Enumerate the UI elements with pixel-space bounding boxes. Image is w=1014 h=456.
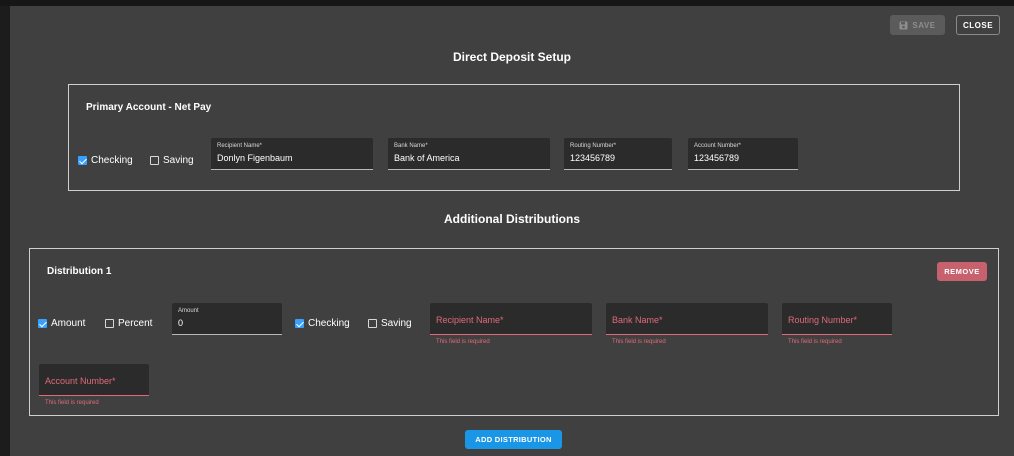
bank-name-error: This field is required (612, 339, 666, 345)
field-label: Routing Number* (570, 143, 617, 149)
primary-account-number-field[interactable]: Account Number* 123456789 (688, 138, 798, 170)
percent-checkbox-label: Percent (118, 318, 153, 329)
remove-distribution-button[interactable]: REMOVE (937, 262, 987, 281)
distribution-panel: Distribution 1 Amount Percent Amount 0 C… (29, 248, 999, 416)
add-distribution-button[interactable]: ADD DISTRIBUTION (465, 430, 562, 449)
percent-checkbox[interactable]: Percent (105, 318, 152, 329)
distribution-routing-number-field[interactable]: Routing Number* (782, 303, 892, 335)
primary-checking-checkbox[interactable]: Checking (78, 155, 133, 166)
distribution-bank-name-field[interactable]: Bank Name* (606, 303, 768, 335)
primary-account-title: Primary Account - Net Pay (86, 102, 212, 113)
primary-checking-label: Checking (91, 155, 133, 166)
amount-checkbox-label: Amount (51, 318, 86, 329)
save-button[interactable]: SAVE (890, 15, 945, 35)
field-placeholder: Recipient Name* (436, 315, 504, 325)
checkbox-checked-icon (295, 319, 304, 328)
primary-saving-checkbox[interactable]: Saving (150, 155, 194, 166)
distribution-recipient-name-field[interactable]: Recipient Name* (430, 303, 592, 335)
add-distribution-label: ADD DISTRIBUTION (475, 435, 552, 444)
checkbox-checked-icon (78, 156, 87, 165)
save-button-label: SAVE (912, 20, 936, 30)
primary-account-panel: Primary Account - Net Pay Checking Savin… (68, 84, 960, 191)
remove-button-label: REMOVE (944, 267, 980, 276)
checkbox-unchecked-icon (105, 319, 114, 328)
additional-distributions-title: Additional Distributions (444, 212, 580, 226)
close-button-label: CLOSE (962, 20, 994, 30)
primary-saving-label: Saving (163, 155, 194, 166)
direct-deposit-dialog: SAVE CLOSE Direct Deposit Setup Primary … (10, 6, 1014, 456)
primary-recipient-name-field[interactable]: Recipient Name* Donlyn Figenbaum (211, 138, 373, 170)
checkbox-checked-icon (38, 319, 47, 328)
distribution-saving-label: Saving (381, 318, 412, 329)
field-placeholder: Routing Number* (788, 315, 858, 325)
field-value: Donlyn Figenbaum (217, 153, 293, 163)
field-label: Bank Name* (394, 143, 428, 149)
field-value: 123456789 (570, 153, 616, 163)
field-placeholder: Account Number* (45, 376, 116, 386)
field-placeholder: Bank Name* (612, 315, 663, 325)
primary-bank-name-field[interactable]: Bank Name* Bank of America (388, 138, 550, 170)
primary-routing-number-field[interactable]: Routing Number* 123456789 (564, 138, 672, 170)
distribution-saving-checkbox[interactable]: Saving (368, 318, 412, 329)
distribution-checking-label: Checking (308, 318, 350, 329)
close-button[interactable]: CLOSE (956, 15, 1000, 35)
checkbox-unchecked-icon (150, 156, 159, 165)
dialog-title: Direct Deposit Setup (452, 50, 572, 64)
floppy-disk-icon (899, 21, 908, 30)
distribution-account-number-field[interactable]: Account Number* (39, 364, 149, 396)
field-label: Account Number* (694, 143, 742, 149)
field-value: 123456789 (694, 153, 740, 163)
field-label: Amount (178, 308, 199, 314)
account-number-error: This field is required (45, 400, 99, 406)
amount-field[interactable]: Amount 0 (172, 303, 282, 335)
distribution-checking-checkbox[interactable]: Checking (295, 318, 350, 329)
amount-checkbox[interactable]: Amount (38, 318, 85, 329)
checkbox-unchecked-icon (368, 319, 377, 328)
recipient-name-error: This field is required (436, 339, 490, 345)
field-value: Bank of America (394, 153, 460, 163)
field-label: Recipient Name* (217, 143, 263, 149)
field-value: 0 (178, 318, 184, 328)
routing-number-error: This field is required (788, 339, 842, 345)
distribution-title: Distribution 1 (47, 266, 112, 277)
